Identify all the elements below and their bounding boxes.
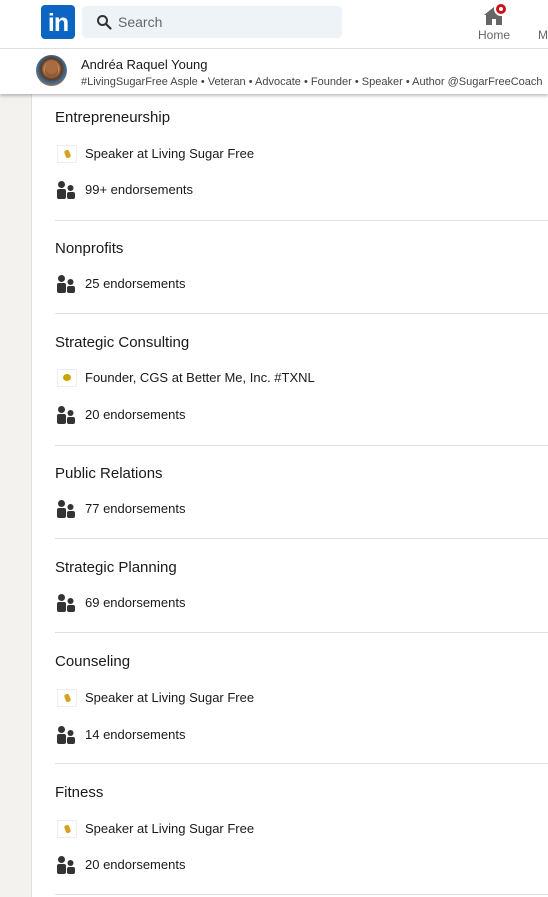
- skill-endorsements[interactable]: 20 endorsements: [55, 854, 535, 878]
- linkedin-logo[interactable]: in: [41, 5, 75, 39]
- skill-context-text: Speaker at Living Sugar Free: [85, 821, 255, 836]
- skill-endorsements[interactable]: 77 endorsements: [55, 498, 535, 522]
- people-icon: [57, 726, 75, 744]
- people-icon: [57, 594, 75, 612]
- skill-endorsements[interactable]: 20 endorsements: [55, 404, 535, 428]
- nav-item-home[interactable]: Home: [470, 2, 518, 46]
- skill-endorsements[interactable]: 14 endorsements: [55, 724, 535, 748]
- search-box[interactable]: [82, 6, 342, 38]
- living-sugar-free-logo: [57, 145, 77, 163]
- skill-name[interactable]: Strategic Consulting: [55, 334, 189, 351]
- skill-endorsements[interactable]: 99+ endorsements: [55, 179, 535, 203]
- living-sugar-free-logo: [57, 689, 77, 707]
- skill-context: Founder, CGS at Better Me, Inc. #TXNL: [55, 367, 535, 391]
- skill-context-text: Founder, CGS at Better Me, Inc. #TXNL: [85, 370, 315, 385]
- skill-name[interactable]: Public Relations: [55, 465, 163, 482]
- global-nav: in Home M: [0, 0, 548, 49]
- skill-endorsements[interactable]: 69 endorsements: [55, 592, 535, 616]
- better-me-logo: [57, 369, 77, 387]
- people-icon: [57, 500, 75, 518]
- skills-list: Entrepreneurship Speaker at Living Sugar…: [31, 94, 548, 897]
- skill-context-text: Speaker at Living Sugar Free: [85, 146, 255, 161]
- endorsement-count: 69 endorsements: [85, 595, 186, 610]
- search-icon: [97, 15, 112, 30]
- nav-home-label: Home: [477, 28, 510, 42]
- divider: [55, 632, 548, 633]
- skill-endorsements[interactable]: 25 endorsements: [55, 273, 535, 297]
- endorsement-count: 77 endorsements: [85, 501, 186, 516]
- nav-item-next-label[interactable]: M: [538, 28, 548, 42]
- skill-name[interactable]: Entrepreneurship: [55, 109, 170, 126]
- endorsement-count: 14 endorsements: [85, 727, 186, 742]
- divider: [55, 313, 548, 314]
- skill-name[interactable]: Fitness: [55, 784, 103, 801]
- skill-context: Speaker at Living Sugar Free: [55, 687, 535, 711]
- profile-sticky-header: Andréa Raquel Young #LivingSugarFree Asp…: [0, 48, 548, 94]
- skill-name[interactable]: Nonprofits: [55, 240, 123, 257]
- endorsement-count: 99+ endorsements: [85, 182, 194, 197]
- living-sugar-free-logo: [57, 820, 77, 838]
- endorsement-count: 25 endorsements: [85, 276, 186, 291]
- divider: [55, 894, 548, 895]
- endorsement-count: 20 endorsements: [85, 407, 186, 422]
- people-icon: [57, 181, 75, 199]
- notification-badge: [494, 2, 508, 16]
- skill-name[interactable]: Strategic Planning: [55, 559, 177, 576]
- endorsement-count: 20 endorsements: [85, 857, 186, 872]
- people-icon: [57, 856, 75, 874]
- profile-name: Andréa Raquel Young: [81, 57, 208, 72]
- skill-context: Speaker at Living Sugar Free: [55, 818, 535, 842]
- divider: [55, 538, 548, 539]
- divider: [55, 220, 548, 221]
- people-icon: [57, 406, 75, 424]
- avatar[interactable]: [36, 55, 67, 86]
- divider: [55, 445, 548, 446]
- page-gutter: [0, 94, 31, 897]
- profile-headline: #LivingSugarFree Asple • Veteran • Advoc…: [81, 76, 543, 88]
- skill-context: Speaker at Living Sugar Free: [55, 143, 535, 167]
- divider: [55, 763, 548, 764]
- skill-context-text: Speaker at Living Sugar Free: [85, 690, 255, 705]
- skill-name[interactable]: Counseling: [55, 653, 130, 670]
- people-icon: [57, 275, 75, 293]
- search-input[interactable]: [118, 6, 328, 38]
